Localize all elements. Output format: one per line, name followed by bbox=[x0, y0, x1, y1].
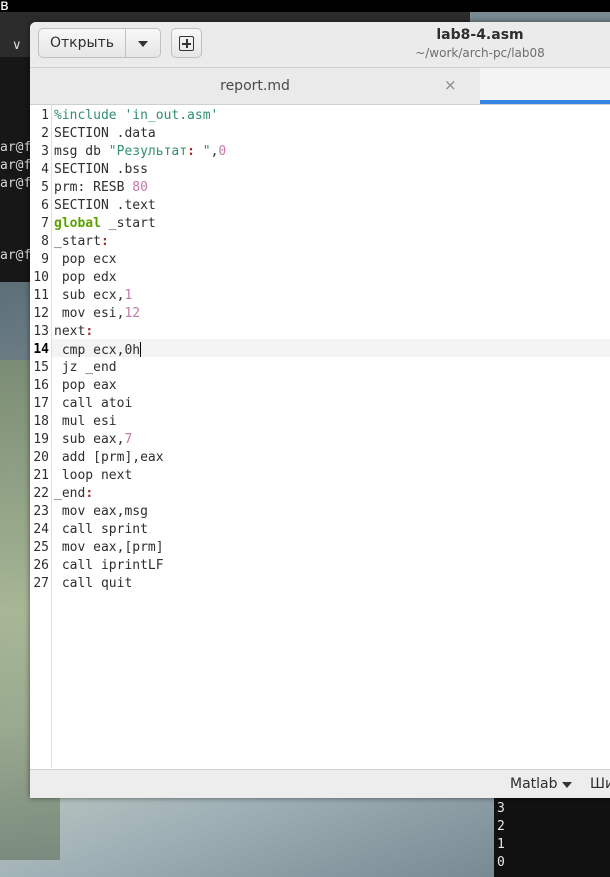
code-line: call sprint bbox=[54, 522, 148, 537]
line-number: 20 bbox=[33, 450, 49, 465]
line-number: 12 bbox=[33, 306, 49, 321]
code-line: sub eax,7 bbox=[54, 432, 133, 447]
line-number: 10 bbox=[33, 270, 49, 285]
line-number: 8 bbox=[41, 234, 49, 249]
line-number: 4 bbox=[41, 162, 49, 177]
code-line: sub ecx,1 bbox=[54, 288, 133, 303]
text-cursor bbox=[140, 342, 142, 357]
code-editor[interactable]: %include 'in_out.asm' SECTION .data msg … bbox=[30, 105, 610, 768]
code-line: pop eax bbox=[54, 378, 117, 393]
line-number: 2 bbox=[41, 126, 49, 141]
line-number: 19 bbox=[33, 432, 49, 447]
document-path: ~/work/arch-pc/lab08 bbox=[415, 46, 545, 60]
code-line: mov esi,12 bbox=[54, 306, 141, 321]
code-line: prm: RESB 80 bbox=[54, 180, 148, 195]
code-line: %include 'in_out.asm' bbox=[54, 108, 219, 123]
terminal-prompt: ar@f bbox=[0, 158, 32, 173]
tab-report-md[interactable]: report.md × bbox=[30, 68, 480, 104]
tab-lab8-4-asm[interactable] bbox=[480, 68, 610, 104]
line-number: 3 bbox=[41, 144, 49, 159]
open-button[interactable]: Открыть bbox=[38, 28, 126, 58]
terminal-output-line: 2 bbox=[497, 819, 505, 834]
new-document-button[interactable] bbox=[171, 28, 202, 58]
terminal-output-line: 1 bbox=[497, 837, 505, 852]
line-number: 16 bbox=[33, 378, 49, 393]
gedit-window: Открыть lab8-4.asm ~/work/arch-pc/lab08 … bbox=[30, 22, 610, 798]
code-line: next: bbox=[54, 324, 94, 339]
code-line: mul esi bbox=[54, 414, 117, 429]
document-title: lab8-4.asm bbox=[436, 27, 524, 43]
terminal-prompt: ar@f bbox=[0, 248, 32, 263]
line-number: 26 bbox=[33, 558, 49, 573]
code-line: _start: bbox=[54, 234, 109, 249]
code-line: global _start bbox=[54, 216, 156, 231]
line-number: 6 bbox=[41, 198, 49, 213]
line-number: 24 bbox=[33, 522, 49, 537]
code-line: mov eax,msg bbox=[54, 504, 148, 519]
line-number: 11 bbox=[33, 288, 49, 303]
line-number: 17 bbox=[33, 396, 49, 411]
line-number: 7 bbox=[41, 216, 49, 231]
terminal-output-line: 0 bbox=[497, 855, 505, 870]
code-line: pop ecx bbox=[54, 252, 117, 267]
code-line: SECTION .data bbox=[54, 126, 156, 141]
line-number: 23 bbox=[33, 504, 49, 519]
code-line: call atoi bbox=[54, 396, 133, 411]
top-bar-background: в bbox=[0, 0, 610, 14]
line-number: 18 bbox=[33, 414, 49, 429]
tab-bar: report.md × bbox=[30, 68, 610, 105]
open-menu-chevron-icon[interactable] bbox=[126, 28, 161, 58]
line-number: 22 bbox=[33, 486, 49, 501]
tab-label: report.md bbox=[220, 78, 290, 94]
terminal-output-line: 3 bbox=[497, 801, 505, 816]
language-selector[interactable]: Matlab bbox=[510, 776, 558, 792]
terminal-prompt: ar@f bbox=[0, 176, 32, 191]
code-line: SECTION .text bbox=[54, 198, 156, 213]
chevron-down-icon[interactable] bbox=[562, 782, 572, 788]
line-number: 21 bbox=[33, 468, 49, 483]
line-number: 27 bbox=[33, 576, 49, 591]
terminal-prompt: ar@f bbox=[0, 140, 32, 155]
close-icon[interactable]: × bbox=[444, 76, 457, 94]
header-bar: Открыть lab8-4.asm ~/work/arch-pc/lab08 bbox=[30, 22, 610, 68]
code-line: pop edx bbox=[54, 270, 117, 285]
code-line: add [prm],eax bbox=[54, 450, 164, 465]
code-line: cmp ecx,0h bbox=[54, 342, 142, 358]
chevron-down-icon[interactable]: ∨ bbox=[12, 38, 22, 53]
code-line: SECTION .bss bbox=[54, 162, 148, 177]
line-number: 14 bbox=[33, 342, 49, 357]
code-line: call quit bbox=[54, 576, 133, 591]
code-line: msg db "Результат: ",0 bbox=[54, 144, 227, 159]
code-line: loop next bbox=[54, 468, 133, 483]
line-number: 13 bbox=[33, 324, 49, 339]
line-number: 25 bbox=[33, 540, 49, 555]
code-line: call iprintLF bbox=[54, 558, 164, 573]
code-line: mov eax,[prm] bbox=[54, 540, 164, 555]
plus-box-icon bbox=[179, 36, 194, 51]
tab-width-selector[interactable]: Ши bbox=[590, 776, 610, 792]
line-number: 5 bbox=[41, 180, 49, 195]
code-line: jz _end bbox=[54, 360, 117, 375]
status-bar: Matlab Ши bbox=[30, 769, 610, 798]
line-number: 1 bbox=[41, 108, 49, 123]
line-number: 15 bbox=[33, 360, 49, 375]
line-number: 9 bbox=[41, 252, 49, 267]
code-line: _end: bbox=[54, 486, 94, 501]
second-terminal bbox=[494, 798, 610, 877]
